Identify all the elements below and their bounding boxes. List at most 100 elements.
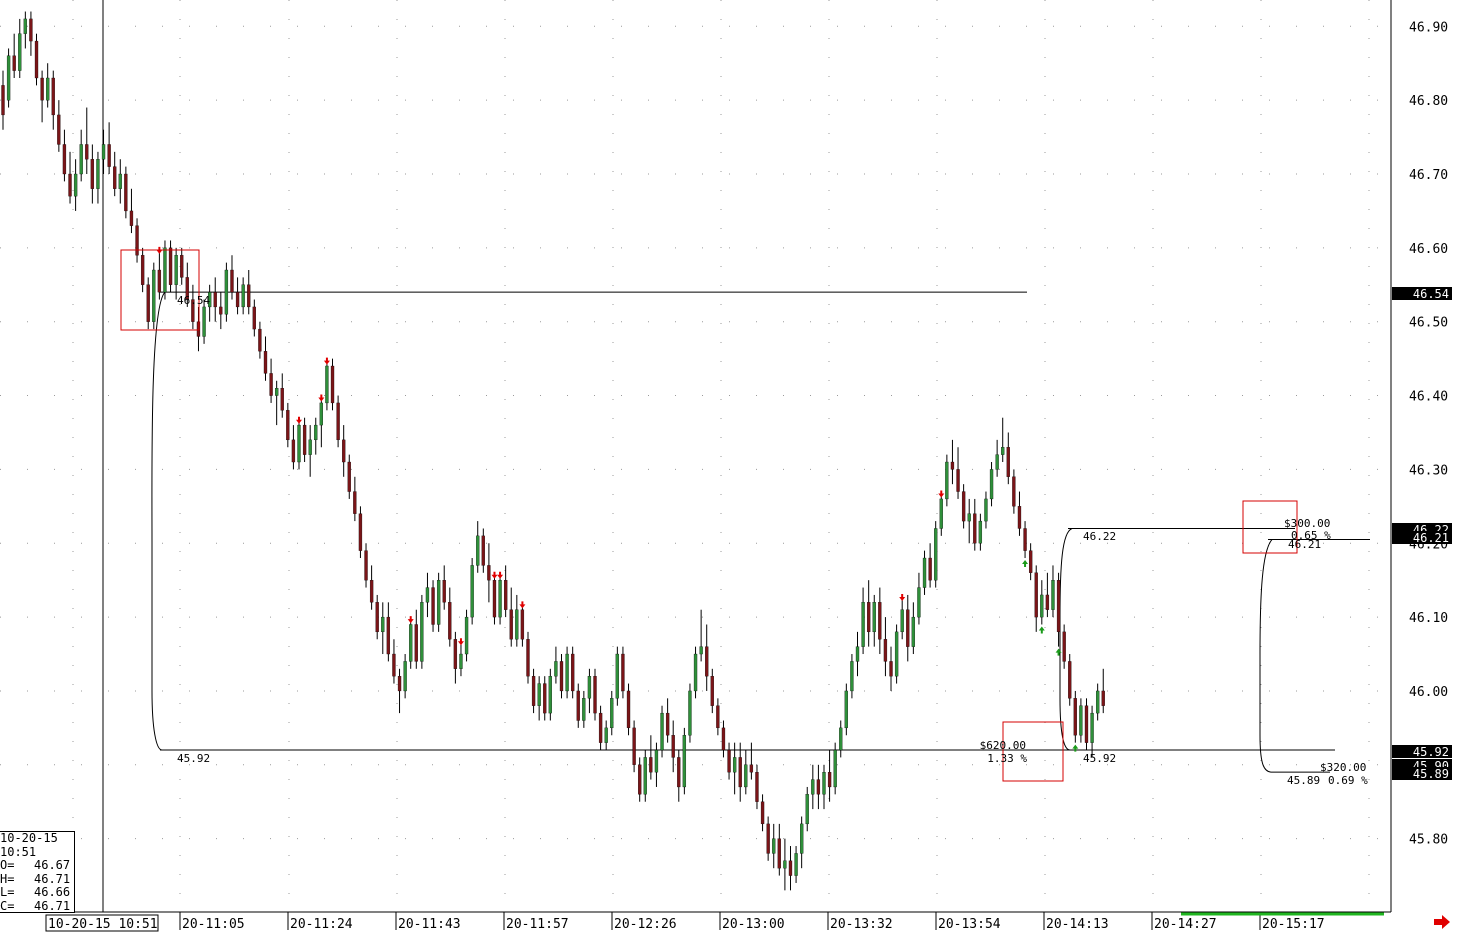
candle-body bbox=[811, 779, 815, 795]
candle-body bbox=[593, 676, 597, 714]
candle-body bbox=[157, 269, 162, 293]
x-tick-label: 20-11:43 bbox=[398, 917, 461, 932]
scroll-right-arrow-icon[interactable] bbox=[1432, 912, 1452, 932]
candle-body bbox=[705, 646, 709, 677]
candle-body bbox=[543, 683, 547, 714]
candle-body bbox=[755, 772, 759, 802]
buy-arrow-icon bbox=[1038, 626, 1045, 634]
price-tag-label: 46.21 bbox=[1413, 531, 1449, 545]
candle-body bbox=[861, 602, 865, 647]
candle-body bbox=[403, 661, 407, 692]
candle-body bbox=[487, 565, 491, 581]
candle-body bbox=[732, 757, 737, 773]
candle-body bbox=[219, 306, 223, 315]
grid-dots bbox=[0, 0, 1392, 913]
candle-body bbox=[291, 439, 296, 463]
candle-body bbox=[347, 461, 351, 492]
candle-body bbox=[68, 173, 72, 197]
x-tick-label: 20-14:27 bbox=[1154, 917, 1217, 932]
candle-body bbox=[1, 85, 5, 116]
trade-percent-2: 0.65 % bbox=[1291, 529, 1331, 542]
candle-body bbox=[571, 653, 575, 692]
candle-body bbox=[1068, 661, 1072, 699]
candle-body bbox=[436, 580, 441, 625]
trade-annotations: 46.5445.9246.2245.9246.2145.89$620.001.3… bbox=[177, 294, 1368, 787]
candle-body bbox=[464, 616, 469, 655]
candle-body bbox=[727, 749, 731, 773]
y-tick-label: 45.80 bbox=[1409, 833, 1448, 848]
x-tick-label: 10-20-15 10:51 bbox=[48, 917, 158, 932]
candle-body bbox=[358, 513, 363, 551]
x-tick-label: 20-11:24 bbox=[290, 917, 353, 932]
candle-body bbox=[492, 580, 497, 618]
y-tick-label: 46.40 bbox=[1409, 390, 1448, 405]
candle-body bbox=[598, 712, 603, 743]
candle-body bbox=[503, 580, 508, 610]
sell-arrow-icon bbox=[938, 490, 945, 498]
candle-body bbox=[855, 646, 860, 662]
candle-body bbox=[113, 166, 117, 189]
candle-body bbox=[654, 749, 659, 773]
candle-body bbox=[34, 40, 39, 79]
candle-body bbox=[526, 639, 530, 677]
candle-body bbox=[73, 173, 78, 197]
candle-body bbox=[314, 424, 318, 441]
time-axis: 10-20-15 10:51 20-11:05 20-11:24 20-11:43 20… bbox=[45, 912, 1384, 932]
candle-body bbox=[453, 639, 458, 669]
candle-body bbox=[107, 144, 111, 167]
candle-body bbox=[1012, 476, 1016, 507]
candle-body bbox=[967, 513, 971, 522]
candle-body bbox=[235, 292, 240, 308]
candle-body bbox=[336, 402, 340, 441]
y-tick-label: 46.00 bbox=[1409, 685, 1448, 700]
candle-body bbox=[1062, 631, 1066, 662]
candle-body bbox=[1090, 712, 1094, 743]
candle-body bbox=[749, 764, 754, 773]
trade-percent-3: 0.69 % bbox=[1328, 774, 1368, 787]
candle-body bbox=[275, 388, 279, 396]
candle-body bbox=[1017, 506, 1022, 529]
candle-body bbox=[420, 602, 424, 662]
candle-body bbox=[392, 653, 396, 677]
candle-body bbox=[716, 705, 720, 729]
candle-body bbox=[738, 757, 742, 788]
candle-body bbox=[710, 676, 714, 706]
candle-body bbox=[252, 306, 256, 330]
candle-body bbox=[1034, 572, 1038, 618]
entry-boxes bbox=[120, 249, 1298, 782]
candlesticks bbox=[1, 11, 1105, 891]
candle-body bbox=[911, 616, 916, 647]
ohlc-info-box: 10-20-15 10:51 O= 46.67 H= 46.71 L= 46.66 C… bbox=[0, 831, 75, 913]
sell-arrow-icon bbox=[407, 616, 414, 624]
price-chart[interactable]: 46.54 45.92 46.22 45.92 46.21 45.89 $620.001.3… bbox=[0, 0, 1458, 941]
candle-body bbox=[258, 328, 262, 352]
level-lines bbox=[160, 291, 1370, 751]
candle-body bbox=[174, 255, 178, 285]
x-tick-label: 20-13:00 bbox=[722, 917, 785, 932]
candle-body bbox=[721, 727, 726, 751]
candle-body bbox=[883, 639, 888, 662]
candle-body bbox=[431, 587, 435, 625]
candle-body bbox=[230, 269, 234, 293]
candle-body bbox=[621, 653, 625, 692]
candle-body bbox=[470, 565, 474, 618]
candle-body bbox=[626, 690, 631, 729]
candle-body bbox=[46, 77, 50, 101]
candle-body bbox=[665, 712, 670, 736]
candle-body bbox=[1006, 447, 1010, 477]
candle-body bbox=[604, 727, 608, 743]
candle-body bbox=[906, 609, 910, 647]
y-tick-label: 46.10 bbox=[1409, 611, 1448, 626]
trade-bracket-3 bbox=[1259, 539, 1330, 773]
level-label-low: 45.89 bbox=[1287, 774, 1320, 787]
candle-body bbox=[794, 853, 798, 876]
x-tick-label: 20-13:32 bbox=[830, 917, 893, 932]
candle-body bbox=[515, 609, 519, 640]
candle-body bbox=[693, 653, 698, 692]
candle-body bbox=[783, 860, 787, 869]
sell-arrow-icon bbox=[519, 601, 526, 609]
candle-body bbox=[386, 616, 391, 655]
candle-body bbox=[984, 498, 988, 522]
candle-body bbox=[878, 602, 882, 640]
candle-body bbox=[79, 144, 83, 175]
